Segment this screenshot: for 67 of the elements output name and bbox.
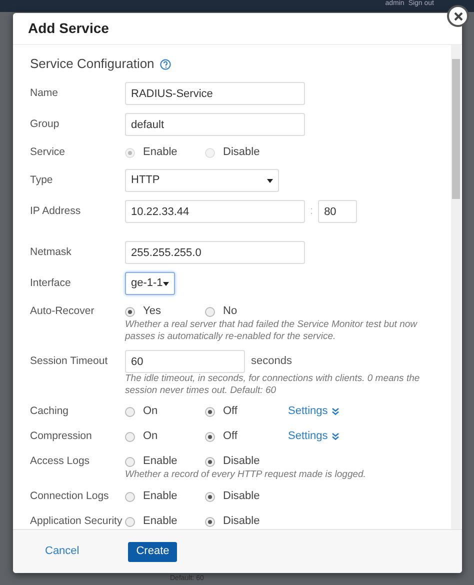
radio-button[interactable] <box>125 492 135 502</box>
separator-text: : <box>310 204 314 220</box>
field-label: Netmask <box>30 244 72 260</box>
field-label: Service <box>30 144 66 160</box>
radio-button[interactable] <box>205 306 215 316</box>
radio-button[interactable] <box>125 406 135 416</box>
radio-label: Yes <box>143 304 161 320</box>
port-field[interactable]: 80 <box>318 200 358 223</box>
double-chevron-icon <box>332 408 339 415</box>
section-heading: Service Configuration <box>30 55 154 74</box>
radio-label: Enable <box>143 145 178 160</box>
field-label: Type <box>30 172 54 188</box>
hint-text: Whether a real server that had failed the Service Monitor test but now passes is automatically re-enabled for the service. <box>125 319 418 343</box>
radio-label: Off <box>223 429 238 444</box>
field-label: Access Logs <box>30 454 91 469</box>
radio-label: Disable <box>223 454 260 470</box>
close-icon <box>454 12 462 20</box>
radio-button[interactable] <box>205 516 215 526</box>
field-label: Interface <box>30 276 72 291</box>
hint-text: Whether a record of every HTTP request made is logged. <box>125 469 367 481</box>
radio-label: Enable <box>143 514 178 529</box>
cancel-link[interactable]: Cancel <box>45 543 80 560</box>
radio-button[interactable] <box>205 406 215 416</box>
radio-button[interactable] <box>125 432 135 442</box>
radio-label: Enable <box>143 489 178 504</box>
field-label: Application Security <box>30 514 124 529</box>
field-label: Connection Logs <box>30 488 110 504</box>
scrollbar[interactable] <box>451 45 461 529</box>
radio-label: Enable <box>143 454 178 470</box>
text-field[interactable]: default <box>125 113 305 136</box>
ip-address-field[interactable]: 10.22.33.44 <box>125 200 305 223</box>
radio-label: Disable <box>223 514 260 529</box>
field-label: IP Address <box>30 204 82 219</box>
create-button[interactable]: Create <box>128 542 178 562</box>
hint-text: The idle timeout, in seconds, for connections with clients. 0 means the session never times out. Default: 60 <box>125 373 421 397</box>
scrollbar-thumb[interactable] <box>452 59 460 199</box>
field-label: Group <box>30 116 60 132</box>
radio-label: Off <box>223 404 238 420</box>
field-label: Name <box>30 86 60 101</box>
caret-icon <box>267 178 273 182</box>
radio-label: No <box>223 304 238 320</box>
radio-label: On <box>143 404 158 420</box>
dropdown[interactable]: HTTP <box>125 169 279 192</box>
field-label: Auto-Recover <box>30 304 96 319</box>
radio-button[interactable] <box>125 516 135 526</box>
radio-button[interactable] <box>205 456 215 466</box>
radio-button[interactable] <box>125 456 135 466</box>
help-icon[interactable] <box>160 58 172 70</box>
caret-icon <box>163 282 169 286</box>
number-field[interactable]: 60 <box>125 350 245 373</box>
dropdown[interactable]: ge-1-1 <box>125 272 175 295</box>
double-chevron-icon <box>332 433 339 440</box>
radio-label: On <box>143 429 158 444</box>
field-label: Session Timeout <box>30 354 109 369</box>
unit-label: seconds <box>251 354 292 370</box>
field-label: Compression <box>30 428 93 444</box>
radio-button[interactable] <box>205 492 215 502</box>
settings-link[interactable]: Settings <box>288 428 339 445</box>
radio-button[interactable] <box>205 432 215 442</box>
dialog-title: Add Service <box>28 19 109 38</box>
radio-label: Disable <box>223 145 260 160</box>
field-label: Caching <box>30 404 70 419</box>
text-field[interactable]: RADIUS-Service <box>125 82 305 105</box>
radio-label: Disable <box>223 489 260 504</box>
text-field[interactable]: 255.255.255.0 <box>125 241 305 264</box>
settings-link[interactable]: Settings <box>288 403 339 420</box>
radio-button[interactable] <box>125 306 135 316</box>
